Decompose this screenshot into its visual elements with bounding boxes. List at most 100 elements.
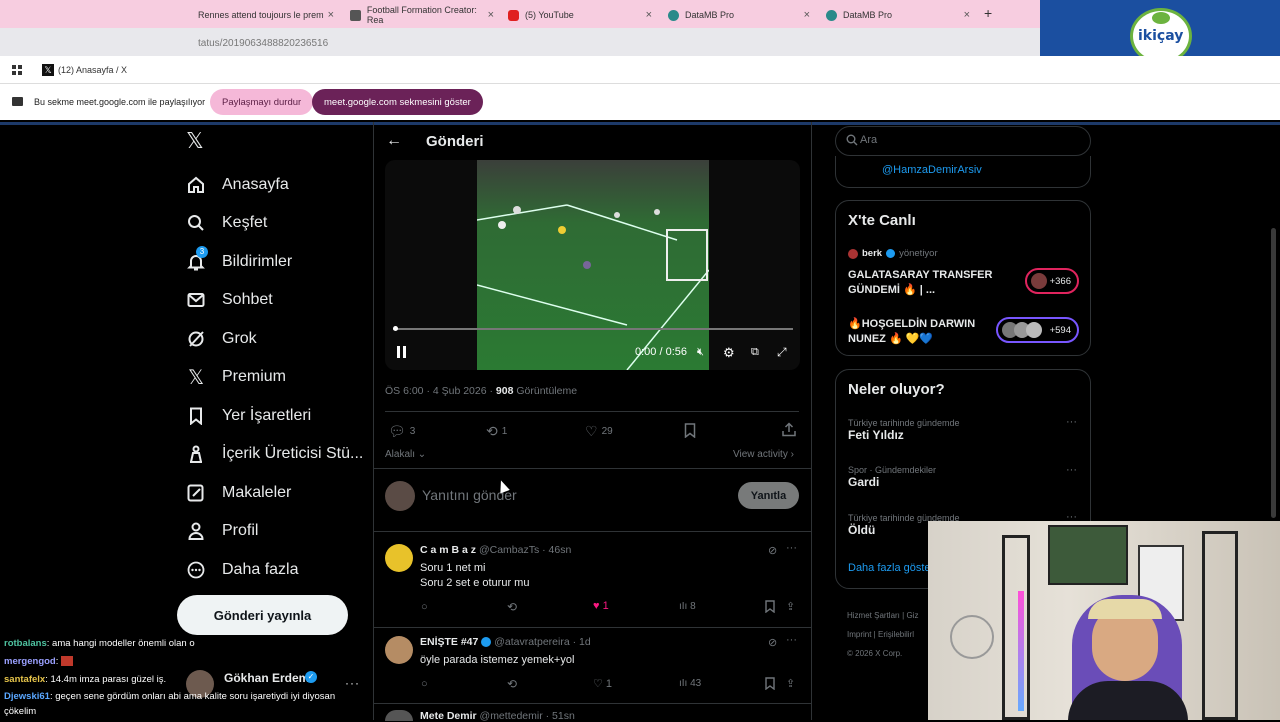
url-text[interactable]: tatus/2019063488820236516 bbox=[198, 38, 328, 49]
bookmark-icon[interactable] bbox=[765, 600, 775, 613]
sidebar-item-more[interactable]: Daha fazla bbox=[186, 555, 299, 585]
list-item[interactable]: ENİŞTE #47 @atavratpereira · 1d ⊘ ··· öy… bbox=[373, 627, 812, 703]
views-stat[interactable]: ıIı 43 bbox=[679, 678, 701, 689]
reply-header: ENİŞTE #47 @atavratpereira · 1d bbox=[420, 636, 591, 648]
listener-count: +366 bbox=[1049, 275, 1071, 287]
grok-icon[interactable]: ⊘ bbox=[768, 544, 777, 557]
chat-message: mergengod: bbox=[4, 656, 74, 667]
live-listeners-badge[interactable]: +366 bbox=[1025, 268, 1079, 294]
back-arrow-icon[interactable]: ← bbox=[386, 132, 402, 150]
more-options-icon[interactable]: ··· bbox=[1066, 416, 1077, 428]
show-meet-tab-button[interactable]: meet.google.com sekmesini göster bbox=[312, 89, 483, 115]
bookmark-icon[interactable] bbox=[765, 677, 775, 690]
comment-icon[interactable]: ○ bbox=[421, 601, 428, 613]
reply-action[interactable]: 💬︎ 3 bbox=[388, 423, 415, 440]
footer-accessibility-link[interactable]: Erişilebilirl bbox=[878, 630, 914, 639]
browser-tab[interactable]: Football Formation Creator: Rea × bbox=[350, 5, 494, 25]
stop-sharing-button[interactable]: Paylaşmayı durdur bbox=[210, 89, 314, 115]
close-tab-icon[interactable]: × bbox=[328, 9, 334, 21]
picture-in-picture-icon[interactable]: ⧉ bbox=[751, 346, 759, 359]
trend-context: Türkiye tarihinde gündemde bbox=[848, 418, 960, 428]
browser-tab[interactable]: Rennes attend toujours le prem × bbox=[198, 6, 334, 24]
more-options-icon[interactable]: ··· bbox=[786, 634, 797, 646]
settings-gear-icon[interactable]: ⚙ bbox=[723, 345, 735, 361]
sort-dropdown[interactable]: Alakalı ⌄ bbox=[385, 449, 426, 460]
live-item-title[interactable]: GALATASARAY TRANSFER GÜNDEMİ 🔥 | ... bbox=[848, 268, 998, 298]
browser-tab[interactable]: DataMB Pro × bbox=[826, 6, 970, 24]
new-tab-button[interactable]: + bbox=[984, 4, 992, 22]
account-menu-icon[interactable]: ··· bbox=[345, 676, 360, 690]
views-stat[interactable]: ıIı 8 bbox=[679, 601, 696, 612]
apps-grid-icon[interactable] bbox=[12, 65, 22, 75]
home-icon bbox=[186, 175, 206, 195]
grok-icon[interactable]: ⊘ bbox=[768, 636, 777, 649]
reply-count: 3 bbox=[409, 426, 416, 437]
video-progress-bar[interactable] bbox=[393, 328, 793, 330]
reply-button[interactable]: Yanıtla bbox=[738, 482, 799, 509]
logo-text: ikiçay bbox=[1138, 28, 1184, 44]
live-title: X'te Canlı bbox=[848, 212, 916, 229]
post-button[interactable]: Gönderi yayınla bbox=[177, 595, 348, 635]
search-input[interactable]: Ara bbox=[835, 126, 1091, 156]
sidebar-item-premium[interactable]: 𝕏 Premium bbox=[186, 362, 286, 392]
share-message: Bu sekme meet.google.com ile paylaşılıyo… bbox=[34, 97, 206, 107]
bookmark-icon[interactable] bbox=[684, 423, 696, 438]
browser-tab[interactable]: (5) YouTube × bbox=[508, 6, 652, 24]
webcam-board bbox=[1048, 525, 1128, 585]
sidebar-item-profile[interactable]: Profil bbox=[186, 516, 258, 546]
comment-icon[interactable]: ○ bbox=[421, 678, 428, 690]
list-item[interactable]: C a m B a z @CambazTs · 46sn ⊘ ··· Soru … bbox=[373, 531, 812, 627]
share-icon[interactable] bbox=[782, 422, 796, 437]
footer-imprint-link[interactable]: Imprint bbox=[847, 630, 871, 639]
more-options-icon[interactable]: ··· bbox=[1066, 464, 1077, 476]
heart-filled-icon[interactable]: ♥ 1 bbox=[593, 600, 609, 612]
sidebar-item-notifications[interactable]: 3 Bildirimler bbox=[186, 246, 292, 277]
list-item[interactable]: Mete Demir @mettedemir · 51sn bbox=[373, 703, 812, 722]
video-scrubber[interactable] bbox=[393, 326, 398, 331]
repost-icon[interactable]: ⟲ bbox=[507, 600, 517, 614]
live-item-title[interactable]: 🔥HOŞGELDİN DARWIN NUNEZ 🔥 💛💙 bbox=[848, 317, 998, 347]
close-tab-icon[interactable]: × bbox=[964, 9, 970, 21]
bookmark-tab-label[interactable]: (12) Anasayfa / X bbox=[58, 65, 127, 75]
live-listeners-badge[interactable]: +594 bbox=[996, 317, 1079, 343]
show-more-link[interactable]: Daha fazla göste bbox=[848, 562, 931, 574]
tab-label: Football Formation Creator: Rea bbox=[366, 5, 477, 25]
footer-terms-link[interactable]: Hizmet Şartları bbox=[847, 611, 900, 620]
view-activity-link[interactable]: View activity › bbox=[733, 449, 794, 460]
close-tab-icon[interactable]: × bbox=[646, 9, 652, 21]
sidebar-item-messages[interactable]: Sohbet bbox=[186, 285, 273, 315]
video-player[interactable]: 0:00 / 0:56 🔇︎ ⚙ ⧉ ⤢ bbox=[385, 160, 800, 370]
close-tab-icon[interactable]: × bbox=[488, 9, 494, 21]
address-bar[interactable] bbox=[0, 28, 1040, 56]
x-logo-icon[interactable]: 𝕏 bbox=[186, 130, 208, 152]
share-icon[interactable]: ⇪ bbox=[786, 677, 795, 690]
profile-handle-link[interactable]: @HamzaDemirArsiv bbox=[882, 164, 982, 176]
repost-icon[interactable]: ⟲ bbox=[507, 677, 517, 691]
avatar bbox=[385, 481, 415, 511]
fullscreen-icon[interactable]: ⤢ bbox=[777, 345, 787, 360]
more-options-icon[interactable]: ··· bbox=[786, 542, 797, 554]
trend-item[interactable]: Spor · Gündemdekiler Gardi bbox=[848, 465, 936, 489]
sidebar-item-bookmarks[interactable]: Yer İşaretleri bbox=[186, 401, 311, 431]
pause-icon[interactable] bbox=[397, 346, 407, 358]
heart-icon[interactable]: ♡ 1 bbox=[593, 677, 612, 690]
page-scrollbar[interactable] bbox=[1271, 228, 1276, 518]
bar-chart-icon: ıIı bbox=[679, 601, 688, 612]
sidebar-item-creator-studio[interactable]: İçerik Üreticisi Stü... bbox=[186, 439, 363, 469]
repost-action[interactable]: ⟲ 1 bbox=[486, 423, 507, 440]
sidebar-item-articles[interactable]: Makaleler bbox=[186, 478, 291, 508]
mute-icon[interactable]: 🔇︎ bbox=[697, 346, 704, 359]
tab-label: (5) YouTube bbox=[525, 10, 574, 20]
sidebar-item-home[interactable]: Anasayfa bbox=[186, 170, 289, 200]
account-name[interactable]: Gökhan Erdem bbox=[224, 671, 309, 685]
like-action[interactable]: ♡ 29 bbox=[585, 423, 613, 440]
share-icon[interactable]: ⇪ bbox=[786, 600, 795, 613]
browser-tab[interactable]: DataMB Pro × bbox=[668, 6, 810, 24]
sidebar-item-explore[interactable]: Keşfet bbox=[186, 208, 267, 238]
trend-item[interactable]: Türkiye tarihinde gündemde Feti Yıldız bbox=[848, 418, 960, 442]
close-tab-icon[interactable]: × bbox=[804, 9, 810, 21]
post-meta: ÖS 6:00 · 4 Şub 2026 · 908 Görüntüleme bbox=[385, 385, 577, 397]
sidebar-item-grok[interactable]: Grok bbox=[186, 324, 257, 354]
reply-author: ENİŞTE #47 bbox=[420, 636, 479, 648]
footer-privacy-link[interactable]: Giz bbox=[906, 611, 918, 620]
